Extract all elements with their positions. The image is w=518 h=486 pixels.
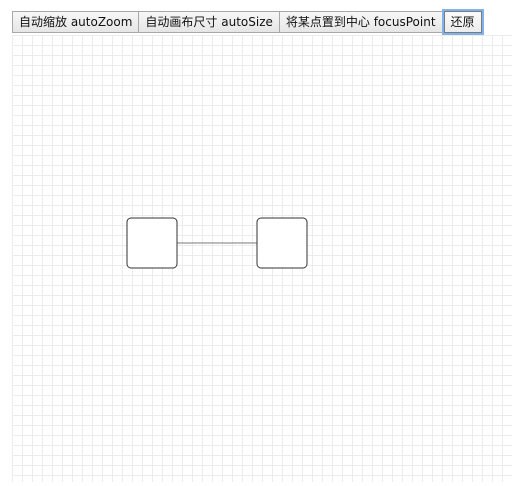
graph-svg	[126, 217, 308, 269]
auto-zoom-button[interactable]: 自动缩放 autoZoom	[12, 11, 140, 33]
focus-point-button[interactable]: 将某点置到中心 focusPoint	[278, 11, 443, 33]
restore-button[interactable]: 还原	[443, 11, 482, 33]
graph-canvas[interactable]	[12, 35, 512, 482]
auto-size-button[interactable]: 自动画布尺寸 autoSize	[138, 11, 280, 33]
graph-node-1[interactable]	[126, 217, 178, 269]
toolbar: 自动缩放 autoZoom 自动画布尺寸 autoSize 将某点置到中心 fo…	[12, 11, 482, 33]
graph-node-2[interactable]	[256, 217, 308, 269]
